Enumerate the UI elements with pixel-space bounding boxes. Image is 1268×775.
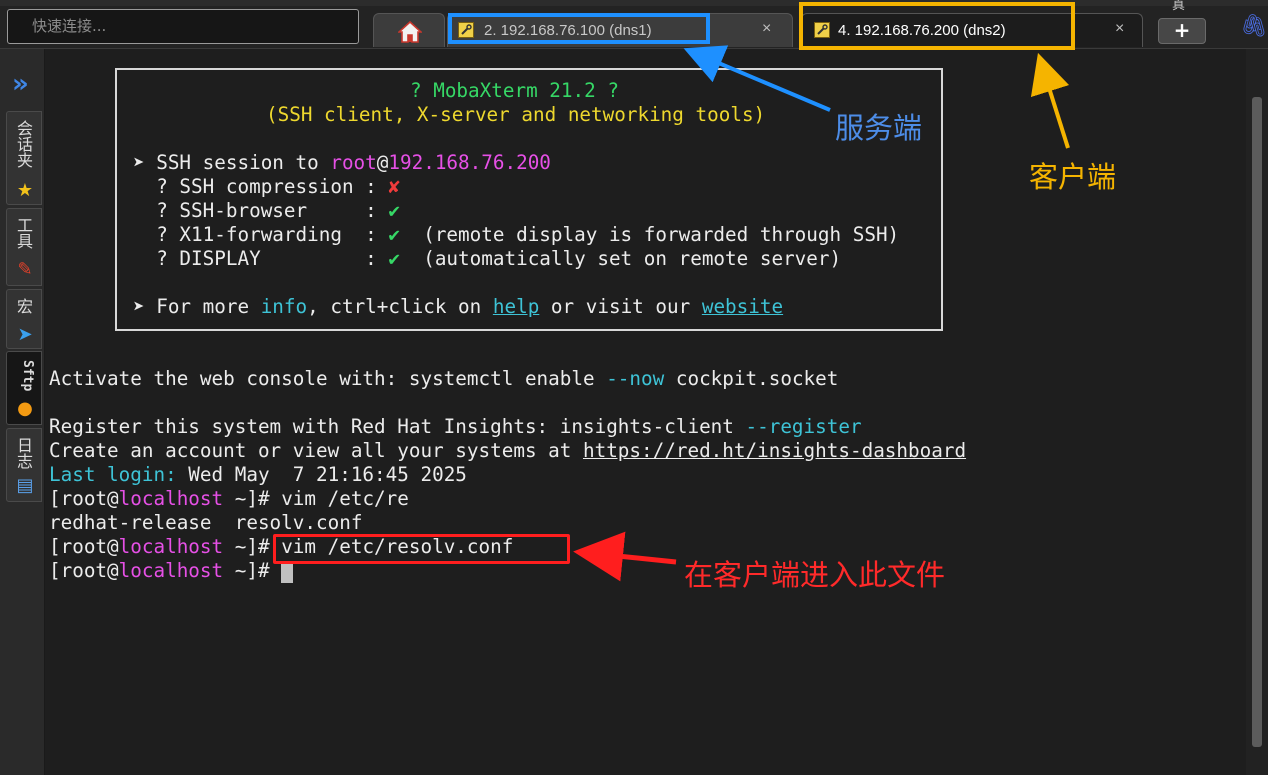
annotation-server: 服务端 xyxy=(835,111,923,145)
annotation-enter-file: 在客户端进入此文件 xyxy=(684,558,946,592)
annotation-arrows xyxy=(573,45,1070,582)
arrow-command xyxy=(573,531,677,582)
arrow-server xyxy=(683,45,831,112)
arrow-client xyxy=(1030,52,1070,149)
annotation-client: 客户端 xyxy=(1029,160,1117,194)
